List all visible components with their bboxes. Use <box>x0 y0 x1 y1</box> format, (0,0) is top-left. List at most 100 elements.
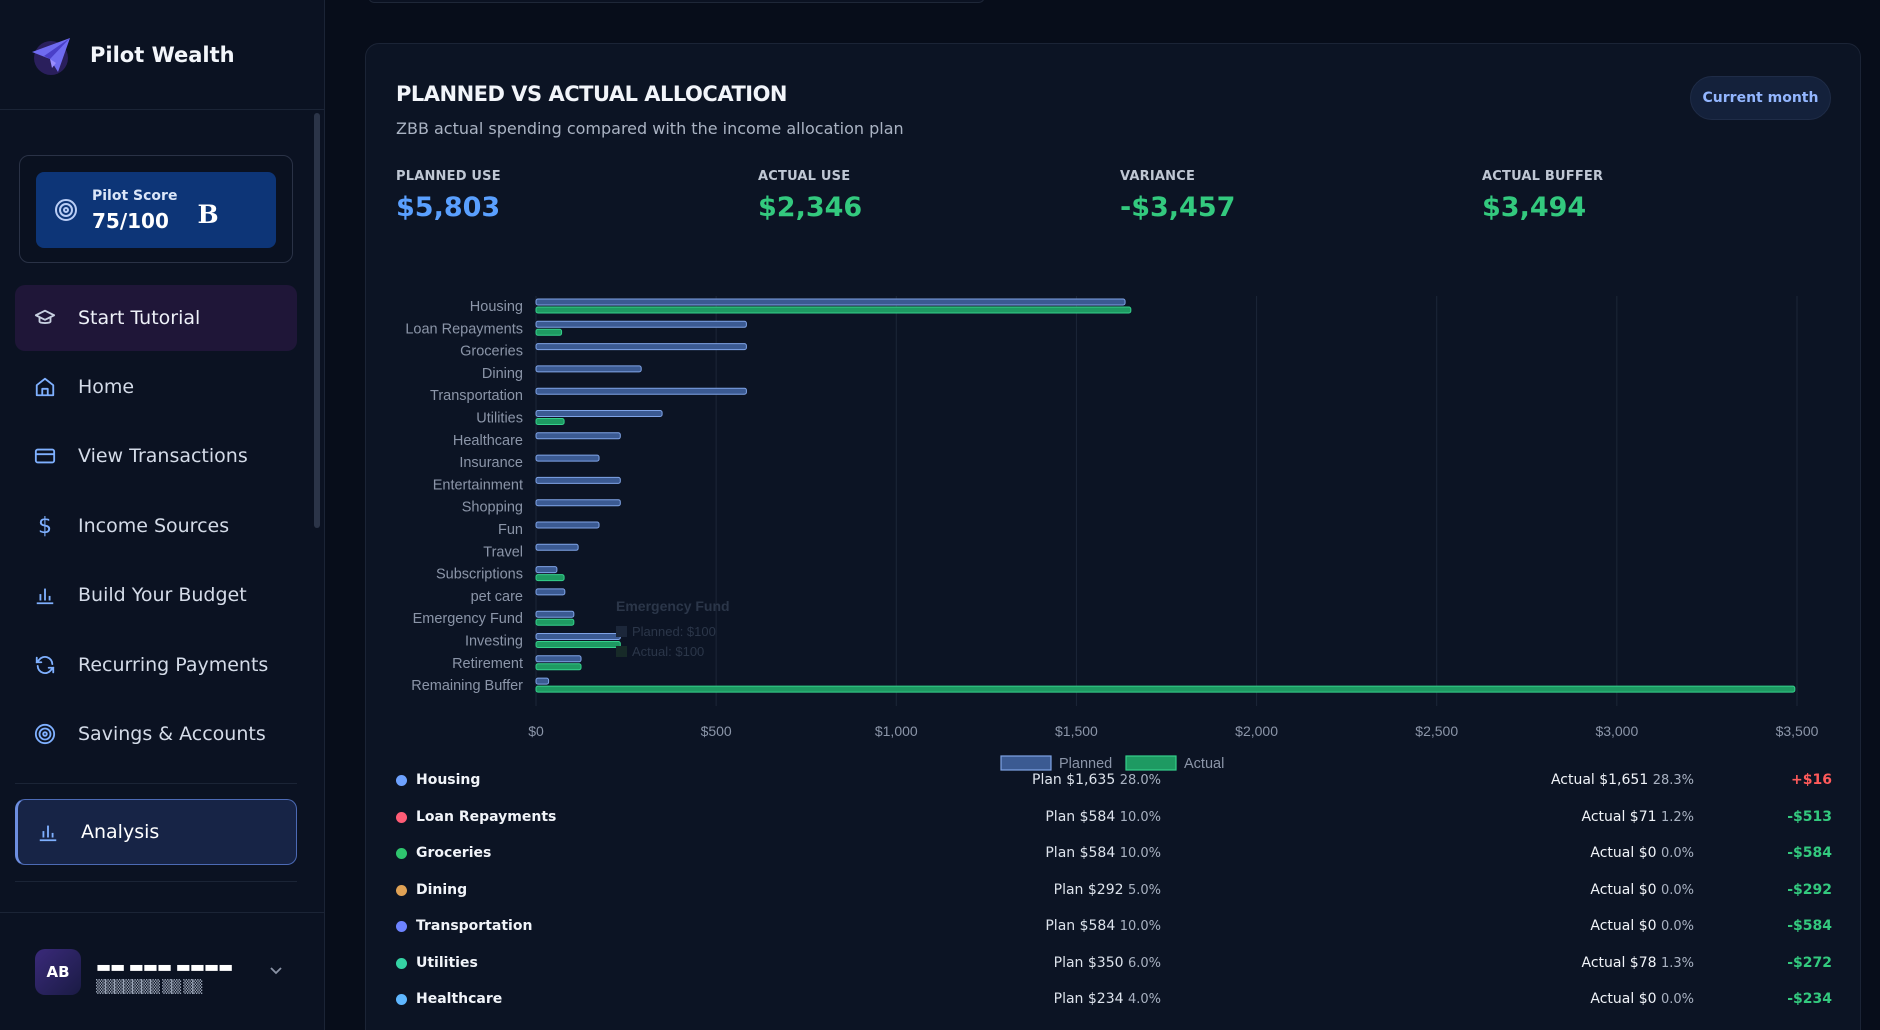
variance-amount: -$584 <box>1787 918 1832 934</box>
bar-planned <box>535 655 582 663</box>
actual-amount: Actual $1,651 28.3% <box>1551 772 1694 788</box>
stat-label: ACTUAL BUFFER <box>1482 169 1604 184</box>
y-category-label: Healthcare <box>453 433 523 449</box>
target-icon <box>33 722 57 746</box>
x-tick-label: $500 <box>701 723 732 739</box>
bar-planned <box>535 454 600 462</box>
actual-percent: 0.0% <box>1660 846 1694 861</box>
bar-actual <box>535 663 582 671</box>
pilot-score-inner: Pilot Score 75/100 B <box>36 172 276 248</box>
x-tick-label: $2,500 <box>1415 723 1458 739</box>
nav-view-transactions[interactable]: View Transactions <box>15 423 297 489</box>
chevron-down-icon[interactable] <box>268 962 284 978</box>
x-tick-label: $1,000 <box>875 723 918 739</box>
bar-planned <box>535 320 747 328</box>
plan-value: Plan $1,635 <box>1032 772 1116 788</box>
y-category-label: Emergency Fund <box>413 611 523 627</box>
bar-planned <box>535 365 642 373</box>
plan-amount: Plan $234 4.0% <box>1054 991 1161 1007</box>
user-name-redacted: ▬▬ ▬▬▬ ▬▬▬▬ <box>96 957 233 976</box>
bar-planned <box>535 298 1126 306</box>
refresh-icon <box>33 653 57 677</box>
bar-actual <box>535 685 1796 693</box>
nav-home[interactable]: Home <box>15 354 297 420</box>
nav-start-tutorial[interactable]: Start Tutorial <box>15 285 297 351</box>
plan-amount: Plan $292 5.0% <box>1054 882 1161 898</box>
pilot-score-value: 75/100 <box>92 208 169 233</box>
category-dot <box>396 848 407 859</box>
plan-amount: Plan $584 10.0% <box>1045 918 1161 934</box>
top-card-edge <box>368 0 985 3</box>
actual-amount: Actual $0 0.0% <box>1590 918 1694 934</box>
allocation-row: Transportation Plan $584 10.0% Actual $0 0… <box>396 913 1832 943</box>
plan-percent: 4.0% <box>1127 992 1161 1007</box>
actual-value: Actual $0 <box>1590 991 1657 1007</box>
y-category-label: Retirement <box>452 656 523 672</box>
allocation-row: Utilities Plan $350 6.0% Actual $78 1.3% -$… <box>396 950 1832 980</box>
nav-build-your-budget[interactable]: Build Your Budget <box>15 562 297 628</box>
bar-actual <box>535 618 575 626</box>
bar-planned <box>535 610 575 618</box>
actual-value: Actual $1,651 <box>1550 772 1649 788</box>
plan-value: Plan $234 <box>1053 991 1124 1007</box>
allocation-row: Healthcare Plan $234 4.0% Actual $0 0.0% -$… <box>396 986 1832 1016</box>
bar-planned <box>535 432 621 440</box>
y-category-label: Subscriptions <box>436 567 523 583</box>
stat-value: $5,803 <box>396 192 501 223</box>
category-dot <box>396 957 407 969</box>
plan-percent: 10.0% <box>1119 919 1161 934</box>
variance-amount: -$234 <box>1787 991 1832 1007</box>
sidebar-scrollbar[interactable] <box>314 113 320 528</box>
category-dot <box>396 811 407 823</box>
plan-value: Plan $584 <box>1045 808 1116 825</box>
nav-recurring-payments[interactable]: Recurring Payments <box>15 632 297 698</box>
actual-value: Actual $0 <box>1590 881 1657 898</box>
brand-name: Pilot Wealth <box>90 42 235 67</box>
nav-label: Home <box>78 376 135 398</box>
bar-planned <box>535 387 747 395</box>
tooltip-planned: Planned: $100 <box>632 624 716 639</box>
stat-actual-buffer: ACTUAL BUFFER $3,494 <box>1482 169 1603 223</box>
period-selector-button[interactable]: Current month <box>1690 76 1831 120</box>
plan-percent: 28.0% <box>1119 773 1161 788</box>
stat-value: $2,346 <box>758 192 863 223</box>
actual-amount: Actual $0 0.0% <box>1590 882 1694 898</box>
actual-percent: 0.0% <box>1660 992 1694 1007</box>
allocation-bar-chart: $0 $500 $1,000 $1,500 $2,000 $2,500 $3,000 $3,5… <box>405 296 1819 772</box>
nav-analysis[interactable]: Analysis <box>15 799 297 865</box>
pilot-score-text: Pilot Score 75/100 <box>92 188 177 233</box>
category-name: Utilities <box>416 954 478 971</box>
actual-amount: Actual $0 0.0% <box>1590 991 1694 1007</box>
bar-actual <box>535 641 621 648</box>
category-name: Groceries <box>416 845 492 861</box>
home-icon <box>33 375 57 399</box>
actual-value: Actual $0 <box>1590 845 1657 861</box>
paper-plane-logo-icon <box>32 37 70 75</box>
plan-amount: Plan $350 6.0% <box>1054 955 1161 971</box>
actual-amount: Actual $78 1.3% <box>1581 955 1694 971</box>
nav-income-sources[interactable]: $ Income Sources <box>15 493 297 559</box>
plan-percent: 10.0% <box>1119 846 1161 861</box>
sidebar: Pilot Wealth Pilot Score 75/100 B Start … <box>0 0 325 1030</box>
bar-planned <box>535 543 579 551</box>
variance-amount: +$16 <box>1791 772 1832 788</box>
bar-actual <box>535 574 565 582</box>
x-tick-label: $3,000 <box>1595 723 1638 739</box>
x-tick-label: $2,000 <box>1235 723 1278 739</box>
category-name: Loan Repayments <box>416 808 557 825</box>
category-dot <box>396 775 407 786</box>
plan-percent: 10.0% <box>1119 809 1161 825</box>
nav-savings-accounts[interactable]: Savings & Accounts <box>15 701 297 767</box>
y-category-label: Utilities <box>476 411 523 427</box>
actual-percent: 1.2% <box>1660 809 1694 825</box>
bar-planned <box>535 588 566 596</box>
stat-label: PLANNED USE <box>396 169 501 184</box>
actual-percent: 28.3% <box>1652 773 1694 788</box>
variance-amount: -$584 <box>1787 845 1832 861</box>
stat-value: $3,494 <box>1482 192 1587 223</box>
bar-planned <box>535 677 550 685</box>
x-tick-label: $3,500 <box>1776 723 1819 739</box>
pilot-score-card[interactable]: Pilot Score 75/100 B <box>19 155 293 263</box>
brand[interactable]: Pilot Wealth <box>0 0 324 110</box>
stat-actual-use: ACTUAL USE $2,346 <box>758 169 862 223</box>
